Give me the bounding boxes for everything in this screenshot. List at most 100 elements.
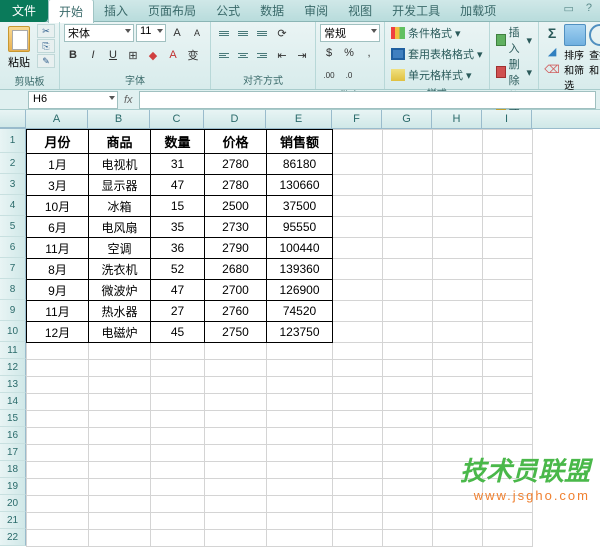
align-middle-button[interactable] — [234, 26, 252, 40]
name-box[interactable]: H6 — [28, 91, 118, 109]
italic-button[interactable]: I — [84, 46, 102, 64]
data-cell[interactable]: 37500 — [267, 196, 333, 217]
help-icon[interactable]: ? — [586, 2, 592, 15]
sort-filter-button[interactable]: 排序和筛选 — [564, 24, 586, 92]
fx-icon[interactable]: fx — [118, 94, 139, 106]
data-cell[interactable]: 2700 — [205, 280, 267, 301]
data-cell[interactable]: 15 — [151, 196, 205, 217]
row-header[interactable]: 6 — [0, 237, 26, 258]
col-header-d[interactable]: D — [204, 110, 266, 128]
autosum-button[interactable]: Σ — [543, 24, 561, 42]
row-header[interactable]: 10 — [0, 321, 26, 342]
decrease-decimal-button[interactable]: .0 — [340, 66, 358, 84]
th-sales[interactable]: 销售额 — [267, 130, 333, 154]
data-cell[interactable]: 11月 — [27, 238, 89, 259]
tab-home[interactable]: 开始 — [48, 0, 94, 23]
border-button[interactable]: ⊞ — [124, 46, 142, 64]
col-header-i[interactable]: I — [482, 110, 532, 128]
row-header[interactable]: 17 — [0, 444, 26, 461]
data-cell[interactable]: 6月 — [27, 217, 89, 238]
bold-button[interactable]: B — [64, 46, 82, 64]
align-center-button[interactable] — [234, 48, 252, 62]
data-cell[interactable]: 11月 — [27, 301, 89, 322]
fill-button[interactable]: ◢ — [543, 42, 561, 60]
tab-developer[interactable]: 开发工具 — [382, 0, 450, 22]
data-cell[interactable]: 热水器 — [89, 301, 151, 322]
data-cell[interactable]: 86180 — [267, 154, 333, 175]
tab-insert[interactable]: 插入 — [94, 0, 138, 22]
data-cell[interactable]: 电磁炉 — [89, 322, 151, 343]
align-right-button[interactable] — [253, 48, 271, 62]
data-cell[interactable]: 3月 — [27, 175, 89, 196]
data-cell[interactable]: 8月 — [27, 259, 89, 280]
row-header[interactable]: 9 — [0, 300, 26, 321]
data-cell[interactable]: 36 — [151, 238, 205, 259]
align-left-button[interactable] — [215, 48, 233, 62]
row-header[interactable]: 12 — [0, 359, 26, 376]
row-header[interactable]: 13 — [0, 376, 26, 393]
clear-button[interactable]: ⌫ — [543, 60, 561, 78]
col-header-a[interactable]: A — [26, 110, 88, 128]
delete-cells-button[interactable]: 删除 ▾ — [494, 56, 535, 88]
font-name-select[interactable]: 宋体 — [64, 24, 134, 42]
col-header-e[interactable]: E — [266, 110, 332, 128]
col-header-c[interactable]: C — [150, 110, 204, 128]
data-cell[interactable]: 2680 — [205, 259, 267, 280]
phonetic-button[interactable]: 变 — [184, 46, 202, 64]
align-bottom-button[interactable] — [253, 26, 271, 40]
orientation-button[interactable]: ⟳ — [273, 24, 291, 42]
data-cell[interactable]: 微波炉 — [89, 280, 151, 301]
percent-button[interactable]: % — [340, 44, 358, 62]
data-cell[interactable]: 123750 — [267, 322, 333, 343]
row-header[interactable]: 16 — [0, 427, 26, 444]
data-cell[interactable]: 显示器 — [89, 175, 151, 196]
data-cell[interactable]: 电风扇 — [89, 217, 151, 238]
formula-bar[interactable] — [139, 91, 596, 109]
col-header-h[interactable]: H — [432, 110, 482, 128]
copy-button[interactable]: ⎘ — [37, 39, 55, 53]
data-cell[interactable]: 45 — [151, 322, 205, 343]
th-qty[interactable]: 数量 — [151, 130, 205, 154]
indent-decrease-button[interactable]: ⇤ — [273, 46, 291, 64]
data-cell[interactable]: 47 — [151, 280, 205, 301]
font-size-select[interactable]: 11 — [136, 24, 166, 42]
data-cell[interactable]: 130660 — [267, 175, 333, 196]
data-cell[interactable]: 52 — [151, 259, 205, 280]
row-header[interactable]: 11 — [0, 342, 26, 359]
currency-button[interactable]: $ — [320, 44, 338, 62]
row-header[interactable]: 19 — [0, 478, 26, 495]
tab-addins[interactable]: 加载项 — [450, 0, 506, 22]
comma-button[interactable]: , — [360, 44, 378, 62]
data-cell[interactable]: 2750 — [205, 322, 267, 343]
data-cell[interactable]: 100440 — [267, 238, 333, 259]
row-header[interactable]: 7 — [0, 258, 26, 279]
data-cell[interactable]: 95550 — [267, 217, 333, 238]
fill-color-button[interactable]: ◆ — [144, 46, 162, 64]
th-month[interactable]: 月份 — [27, 130, 89, 154]
minimize-icon[interactable]: ▭ — [563, 2, 573, 15]
data-cell[interactable]: 35 — [151, 217, 205, 238]
cells-area[interactable]: 月份 商品 数量 价格 销售额 1月电视机312780861803月显示器472… — [26, 129, 533, 547]
data-cell[interactable]: 2500 — [205, 196, 267, 217]
row-header[interactable]: 2 — [0, 153, 26, 174]
data-cell[interactable]: 空调 — [89, 238, 151, 259]
data-cell[interactable]: 47 — [151, 175, 205, 196]
data-cell[interactable]: 2780 — [205, 154, 267, 175]
cell-styles-button[interactable]: 单元格样式 ▾ — [389, 66, 474, 84]
data-cell[interactable]: 冰箱 — [89, 196, 151, 217]
data-cell[interactable]: 洗衣机 — [89, 259, 151, 280]
row-header[interactable]: 1 — [0, 129, 26, 153]
format-table-button[interactable]: 套用表格格式 ▾ — [389, 45, 485, 63]
underline-button[interactable]: U — [104, 46, 122, 64]
data-cell[interactable]: 10月 — [27, 196, 89, 217]
number-format-select[interactable]: 常规 — [320, 24, 380, 42]
data-cell[interactable]: 2730 — [205, 217, 267, 238]
row-header[interactable]: 20 — [0, 495, 26, 512]
data-cell[interactable]: 9月 — [27, 280, 89, 301]
data-cell[interactable]: 126900 — [267, 280, 333, 301]
tab-formulas[interactable]: 公式 — [206, 0, 250, 22]
col-header-g[interactable]: G — [382, 110, 432, 128]
row-header[interactable]: 14 — [0, 393, 26, 410]
th-product[interactable]: 商品 — [89, 130, 151, 154]
indent-increase-button[interactable]: ⇥ — [293, 46, 311, 64]
